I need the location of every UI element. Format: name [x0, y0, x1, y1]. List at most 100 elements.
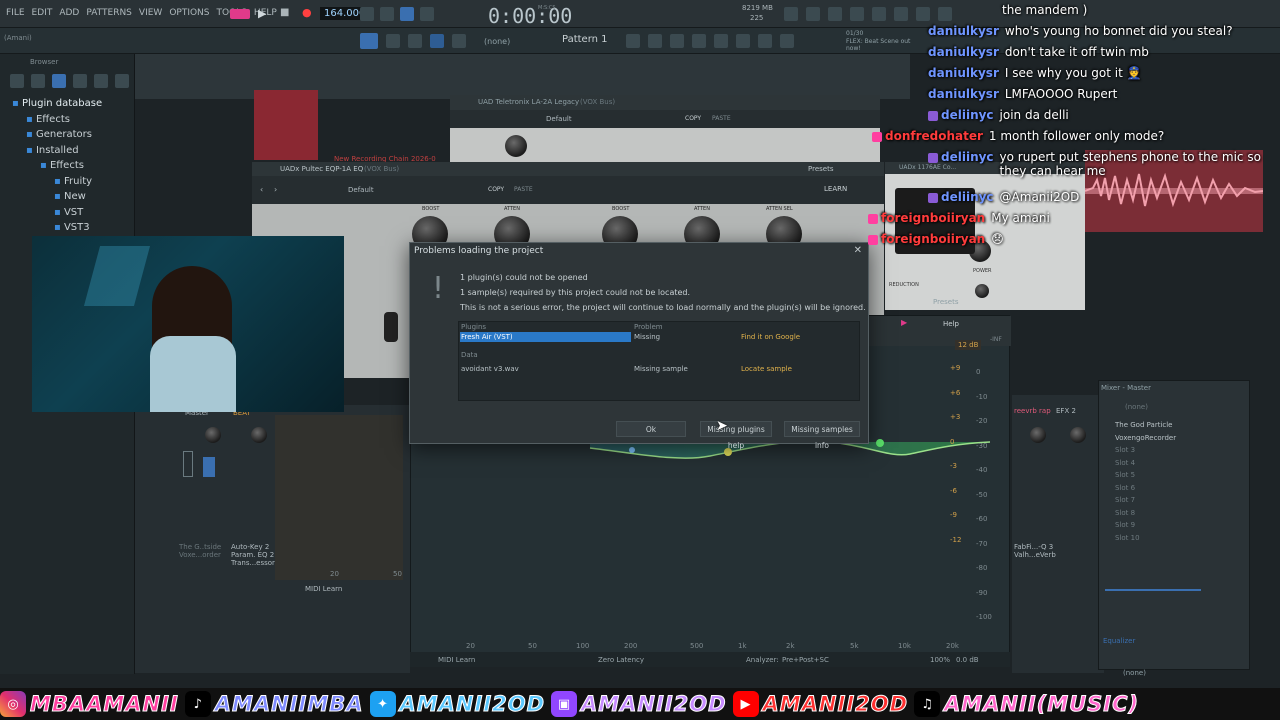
pultec-preset[interactable]: Default — [348, 186, 374, 194]
chat-user-6[interactable]: donfredohater — [885, 129, 983, 143]
teletronix-titlebar[interactable]: UAD Teletronix LA-2A Legacy (VOX Bus) — [450, 95, 880, 110]
menu-patterns[interactable]: PATTERNS — [86, 8, 132, 18]
teletronix-copy-button[interactable]: COPY — [685, 115, 701, 122]
teletronix-preset[interactable]: Default — [546, 115, 572, 123]
tree-vst[interactable]: VST — [64, 207, 83, 218]
arrow-icon[interactable] — [386, 34, 400, 48]
refresh-icon[interactable] — [784, 7, 798, 21]
time-display[interactable]: 0:00:00 — [488, 4, 572, 28]
locate-sample-link[interactable]: Locate sample — [741, 365, 792, 373]
star-icon[interactable] — [94, 74, 108, 88]
slot-5[interactable]: Slot 5 — [1099, 469, 1249, 482]
menu-edit[interactable]: EDIT — [32, 8, 53, 18]
close-icon[interactable]: ✕ — [854, 245, 862, 256]
countdown-icon[interactable] — [400, 7, 414, 21]
save-icon[interactable] — [872, 7, 886, 21]
tree-fruity[interactable]: Fruity — [64, 176, 92, 187]
plugin-picker-icon[interactable] — [714, 34, 728, 48]
help-icon[interactable] — [850, 7, 864, 21]
prev-preset-icon[interactable]: ‹ — [260, 185, 263, 194]
loop-record-icon[interactable] — [420, 7, 434, 21]
chat-user-10[interactable]: foreignboiiryan — [881, 232, 985, 246]
efx2-pan-knob[interactable] — [1070, 427, 1086, 443]
mixer-icon[interactable] — [670, 34, 684, 48]
chat-user-4[interactable]: daniulkysr — [928, 87, 999, 101]
slot-6[interactable]: Slot 6 — [1099, 482, 1249, 495]
tag-icon[interactable] — [73, 74, 87, 88]
banner-tiktok[interactable]: ♪ AMANIIMBA — [184, 691, 364, 717]
template-icon[interactable] — [780, 34, 794, 48]
eq-output-gain[interactable]: 0.0 dB — [956, 656, 979, 664]
snap-select[interactable]: (none) — [484, 37, 510, 46]
banner-twitter[interactable]: ✦ AMANII2OD — [369, 691, 546, 717]
slot-8[interactable]: Slot 8 — [1099, 507, 1249, 520]
equalizer-label[interactable]: Equalizer — [1103, 637, 1135, 645]
mic-icon[interactable] — [828, 7, 842, 21]
mixer-input-select[interactable]: (none) — [1125, 403, 1148, 411]
pultec-titlebar[interactable]: UADx Pultec EQP-1A EQ (VOX Bus) Presets — [252, 162, 884, 176]
cut-icon[interactable] — [758, 34, 772, 48]
menu-add[interactable]: ADD — [59, 8, 79, 18]
playlist-icon[interactable] — [626, 34, 640, 48]
teletronix-gain-knob[interactable] — [505, 135, 527, 157]
missing-samples-info-button[interactable]: Missing samples info — [784, 421, 860, 450]
pattern-select[interactable]: Pattern 1 — [562, 34, 608, 45]
slot-2[interactable]: VoxengoRecorder — [1099, 432, 1249, 445]
banner-twitch[interactable]: ▣ AMANII2OD — [551, 691, 727, 717]
plug-icon[interactable] — [52, 74, 66, 88]
slot-7[interactable]: Slot 7 — [1099, 494, 1249, 507]
render-icon[interactable] — [894, 7, 908, 21]
tree-effects[interactable]: Effects — [36, 114, 70, 125]
pencil-icon[interactable] — [408, 34, 422, 48]
tree-installed[interactable]: Installed — [36, 145, 79, 156]
strip-2-label[interactable]: Auto-Key 2 Param. EQ 2 Trans...essor — [231, 543, 277, 567]
menu-file[interactable]: FILE — [6, 8, 25, 18]
record-button[interactable]: ● — [302, 6, 312, 19]
master-pan-knob[interactable] — [205, 427, 221, 443]
banner-youtube[interactable]: ▶ AMANII2OD — [732, 691, 909, 717]
menu-options[interactable]: OPTIONS — [169, 8, 209, 18]
chat-user-5[interactable]: deliinyc — [941, 108, 994, 122]
chat-user-7[interactable]: deliinyc — [941, 150, 994, 164]
reevrb-pan-knob[interactable] — [1030, 427, 1046, 443]
eq-presets-button[interactable]: Presets — [933, 298, 958, 306]
song-mode-toggle[interactable] — [230, 9, 250, 19]
slot-3[interactable]: Slot 3 — [1099, 444, 1249, 457]
analyzer-mode[interactable]: Pre+Post+SC — [782, 656, 829, 664]
missing-sample-name[interactable]: avoidant v3.wav — [461, 365, 519, 373]
beat-pan-knob[interactable] — [251, 427, 267, 443]
pultec-presets-button[interactable]: Presets — [808, 165, 833, 173]
tree-generators[interactable]: Generators — [36, 129, 92, 140]
playlist-clip[interactable] — [254, 90, 318, 160]
chat-user-2[interactable]: daniulkysr — [928, 45, 999, 59]
efx2-strip-label[interactable]: EFX 2 — [1056, 407, 1076, 415]
browser-icon[interactable] — [692, 34, 706, 48]
tree-new[interactable]: New — [64, 191, 86, 202]
ok-button[interactable]: Ok — [616, 421, 686, 437]
cloud-icon[interactable] — [115, 74, 129, 88]
eq-latency[interactable]: Zero Latency — [598, 656, 644, 664]
eq-midi-learn[interactable]: MIDI Learn — [438, 656, 475, 664]
chat-user-8[interactable]: deliinyc — [941, 190, 994, 204]
eq-zoom[interactable]: 100% — [930, 656, 950, 664]
mixer-output-select[interactable]: (none) — [1123, 669, 1146, 677]
banner-instagram[interactable]: ◎ MBAAMANII — [0, 691, 179, 717]
sample-icon[interactable] — [736, 34, 750, 48]
send-level-bar[interactable] — [1105, 589, 1201, 591]
strip-5-label[interactable]: FabFi...-Q 3 Valh...eVerb — [1014, 543, 1060, 559]
slot-4[interactable]: Slot 4 — [1099, 457, 1249, 470]
next-preset-icon[interactable]: › — [274, 185, 277, 194]
play-button[interactable]: ▶ — [258, 7, 266, 20]
mixer-midi-learn[interactable]: MIDI Learn — [305, 585, 342, 593]
strip-1-label[interactable]: The G..tside Voxe...order — [179, 543, 225, 559]
reset-icon[interactable] — [806, 7, 820, 21]
menu-view[interactable]: VIEW — [139, 8, 162, 18]
channel-rack-icon[interactable] — [648, 34, 662, 48]
tree-plugin-database[interactable]: Plugin database — [22, 98, 102, 109]
piano-roll-icon[interactable] — [360, 33, 378, 49]
magnet-icon[interactable] — [430, 34, 444, 48]
news-ticker[interactable]: FLEX: Beat Scene out now! — [846, 38, 926, 52]
wait-icon[interactable] — [380, 7, 394, 21]
teletronix-paste-button[interactable]: PASTE — [712, 115, 731, 122]
pultec-paste-button[interactable]: PASTE — [514, 186, 533, 193]
